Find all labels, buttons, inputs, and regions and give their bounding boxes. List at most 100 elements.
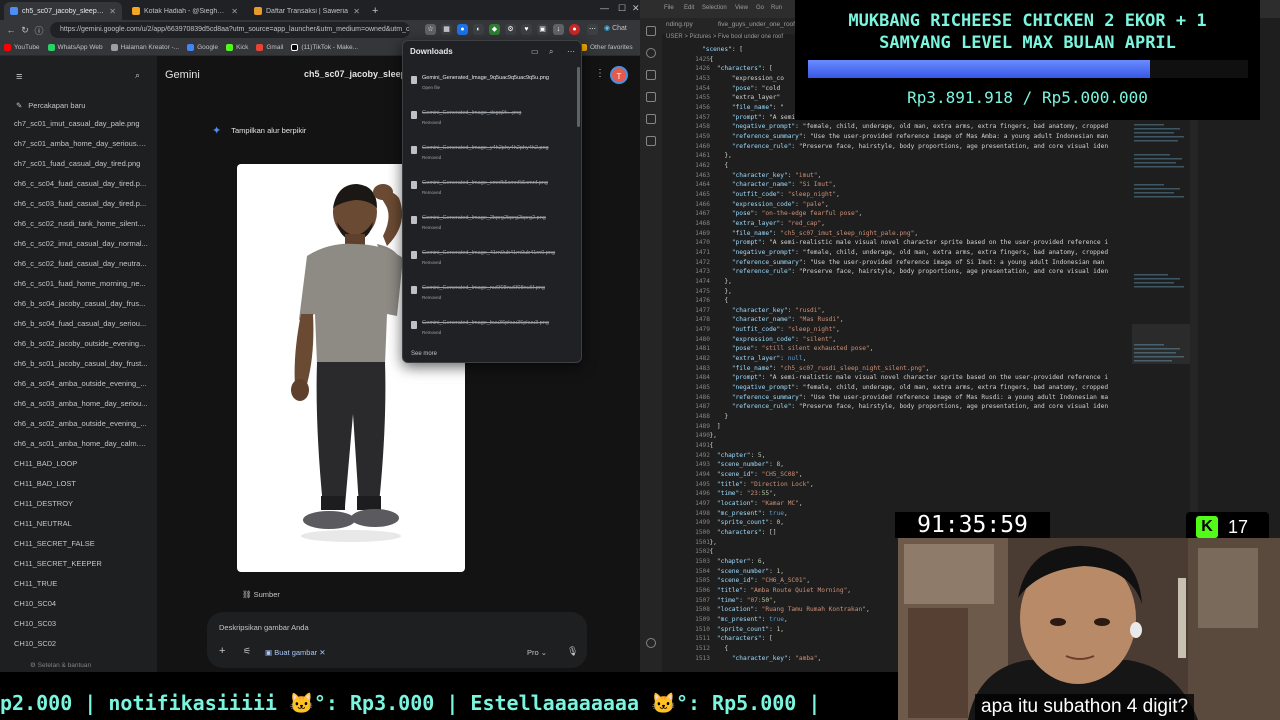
info-icon[interactable]: ⓘ: [32, 24, 46, 37]
refresh-icon[interactable]: ↻: [18, 25, 32, 36]
code-line[interactable]: "sprite_count": 0,: [702, 519, 784, 526]
code-line[interactable]: "file_name": "ch5_sc07_rusdi_sleep_night…: [702, 365, 929, 372]
sidebar-chat-item[interactable]: CH11_BAD_LOST: [14, 479, 148, 488]
bookmark-creator[interactable]: Halaman Kreator -...: [110, 44, 179, 51]
avatar[interactable]: T: [610, 66, 628, 84]
code-line[interactable]: "chapter": 6,: [702, 558, 765, 565]
editor-tab[interactable]: nding.rpy: [666, 21, 693, 28]
sidebar-chat-item[interactable]: CH11_SECRET_FALSE: [14, 539, 148, 548]
code-line[interactable]: "mc_present": true,: [702, 616, 788, 623]
code-line[interactable]: "sprite_count": 1,: [702, 626, 784, 633]
more-icon[interactable]: ⋯: [567, 47, 575, 56]
code-line[interactable]: "title": "Direction Lock",: [702, 481, 814, 488]
code-line[interactable]: "negative_prompt": "female, child, under…: [702, 384, 1108, 391]
code-line[interactable]: "prompt": "A semi-realistic male visual …: [702, 239, 1108, 246]
new-tab-button[interactable]: +: [372, 2, 378, 20]
model-selector[interactable]: Pro ⌄: [527, 648, 547, 657]
show-thinking-toggle[interactable]: ✦ Tampilkan alur berpikir: [212, 124, 306, 137]
bookmark-youtube[interactable]: YouTube: [4, 44, 40, 51]
code-line[interactable]: "time": "23:55",: [702, 490, 777, 497]
code-line[interactable]: },: [702, 432, 716, 439]
new-chat-button[interactable]: ✎ Percakapan baru: [16, 101, 85, 110]
code-line[interactable]: "characters": []: [702, 529, 777, 536]
code-line[interactable]: "location": "Kamar MC",: [702, 500, 803, 507]
code-line[interactable]: "negative_prompt": "female, child, under…: [702, 249, 1108, 256]
extension-icon[interactable]: ◆: [489, 24, 500, 35]
create-image-chip[interactable]: ▣ Buat gambar ✕: [265, 648, 326, 657]
code-line[interactable]: },: [702, 539, 716, 546]
code-line[interactable]: {: [702, 297, 728, 304]
sidebar-chat-item[interactable]: ch6_c_sc04_fuad_casual_day_tired.p...: [14, 179, 148, 188]
menu-go[interactable]: Go: [756, 5, 764, 11]
code-line[interactable]: "scenes": [: [702, 46, 743, 53]
code-line[interactable]: "pose": "on-the-edge fearful pose",: [702, 210, 862, 217]
close-tab-icon[interactable]: ✕: [353, 7, 360, 16]
browser-tab-gemini[interactable]: ch5_sc07_jacoby_sleep_night_frustrat... …: [4, 2, 122, 20]
menu-selection[interactable]: Selection: [702, 5, 727, 11]
code-line[interactable]: "pose": "still silent exhausted pose",: [702, 345, 874, 352]
sidebar-chat-item[interactable]: CH11_BAD_LOOP: [14, 459, 148, 468]
code-line[interactable]: },: [702, 278, 731, 285]
see-more-link[interactable]: See more: [411, 351, 437, 357]
sidebar-chat-item[interactable]: CH10_SC03: [14, 619, 148, 628]
code-line[interactable]: "expression_co: [702, 75, 784, 82]
extension-icon[interactable]: ▦: [441, 24, 452, 35]
code-line[interactable]: "pose": "cold: [702, 85, 780, 92]
code-line[interactable]: "scene_number": 1,: [702, 568, 784, 575]
url-input[interactable]: https://gemini.google.com/u/2/app/663970…: [50, 22, 410, 38]
browser-tab-saweria[interactable]: Daftar Transaksi | Saweria ✕: [248, 2, 366, 20]
menu-icon[interactable]: ≡: [16, 71, 22, 83]
sidebar-chat-item[interactable]: ch6_a_sc03_amba_home_day_seriou...: [14, 399, 148, 408]
code-line[interactable]: {: [702, 56, 713, 63]
code-line[interactable]: "mc_present": true,: [702, 510, 788, 517]
search-icon[interactable]: ⌕: [549, 47, 553, 57]
chat-title[interactable]: ch5_sc07_jacoby_sleep_n...: [304, 69, 406, 79]
code-line[interactable]: "prompt": "A semi-realistic male visual …: [702, 374, 1108, 381]
copilot-chat-button[interactable]: ◉ Chat: [604, 24, 627, 32]
bookmark-kick[interactable]: Kick: [226, 44, 248, 51]
minimize-icon[interactable]: —: [600, 3, 609, 13]
sidebar-chat-item[interactable]: ch7_sc01_amba_home_day_serious.p...: [14, 139, 148, 148]
downloads-scrollbar[interactable]: [577, 67, 580, 127]
favorites-icon[interactable]: ♥: [521, 24, 532, 35]
sidebar-chat-item[interactable]: CH11_DESTROY: [14, 499, 148, 508]
code-line[interactable]: "reference_summary": "Use the user-provi…: [702, 259, 1105, 266]
sidebar-chat-item[interactable]: ch7_sc01_imut_casual_day_pale.png: [14, 119, 148, 128]
profile-icon[interactable]: ●: [569, 24, 580, 35]
browser-tab-tako[interactable]: Kotak Hadiah - @Sieghart | Tako ✕: [126, 2, 244, 20]
sidebar-chat-item[interactable]: ch6_a_sc02_amba_outside_evening_...: [14, 419, 148, 428]
code-line[interactable]: "scene_id": "CH5_SC08",: [702, 471, 803, 478]
bookmark-gmail[interactable]: Gmail: [256, 44, 283, 51]
bookmark-whatsapp[interactable]: WhatsApp Web: [47, 44, 103, 51]
code-line[interactable]: "extra_layer": [702, 94, 780, 101]
code-line[interactable]: ]: [702, 423, 721, 430]
code-line[interactable]: "expression_code": "pale",: [702, 201, 829, 208]
tools-icon[interactable]: ⚟: [243, 646, 251, 657]
bookmark-other-favorites[interactable]: Other favorites: [580, 44, 633, 51]
sidebar-chat-item[interactable]: ch6_b_sc02_jacoby_outside_evening...: [14, 339, 148, 348]
code-line[interactable]: "character_name": "Mas Rusdi",: [702, 316, 844, 323]
add-icon[interactable]: +: [219, 645, 225, 657]
code-line[interactable]: "extra_layer": null,: [702, 355, 807, 362]
code-line[interactable]: "character_name": "Si Imut",: [702, 181, 836, 188]
code-line[interactable]: "character_key": "imut",: [702, 172, 821, 179]
code-line[interactable]: "characters": [: [702, 65, 773, 72]
maximize-icon[interactable]: ☐: [618, 3, 626, 14]
account-icon[interactable]: [646, 638, 656, 648]
sidebar-chat-item[interactable]: ch6_c_sc01_fuad_home_morning_ne...: [14, 279, 148, 288]
prompt-input[interactable]: Deskripsikan gambar Anda: [219, 623, 309, 632]
menu-edit[interactable]: Edit: [684, 5, 694, 11]
source-button[interactable]: ⛓ Sumber: [236, 586, 286, 603]
explorer-icon[interactable]: [646, 26, 656, 36]
source-control-icon[interactable]: [646, 70, 656, 80]
code-line[interactable]: "expression_code": "silent",: [702, 336, 836, 343]
close-tab-icon[interactable]: ✕: [109, 7, 116, 16]
close-chip-icon[interactable]: ✕: [319, 648, 325, 657]
star-icon[interactable]: ☆: [425, 24, 436, 35]
code-line[interactable]: "location": "Ruang Tamu Rumah Kontrakan"…: [702, 606, 870, 613]
sidebar-chat-item[interactable]: ch6_c_sc02_imut_casual_day_normal...: [14, 239, 148, 248]
code-line[interactable]: "reference_rule": "Preserve face, hairst…: [702, 403, 1108, 410]
sidebar-chat-item[interactable]: ch6_b_sc04_fuad_casual_day_seriou...: [14, 319, 148, 328]
sidebar-chat-item[interactable]: ch6_c_sc03_fuad_casual_day_tired.p...: [14, 199, 148, 208]
code-line[interactable]: "extra_layer": "red_cap",: [702, 220, 825, 227]
